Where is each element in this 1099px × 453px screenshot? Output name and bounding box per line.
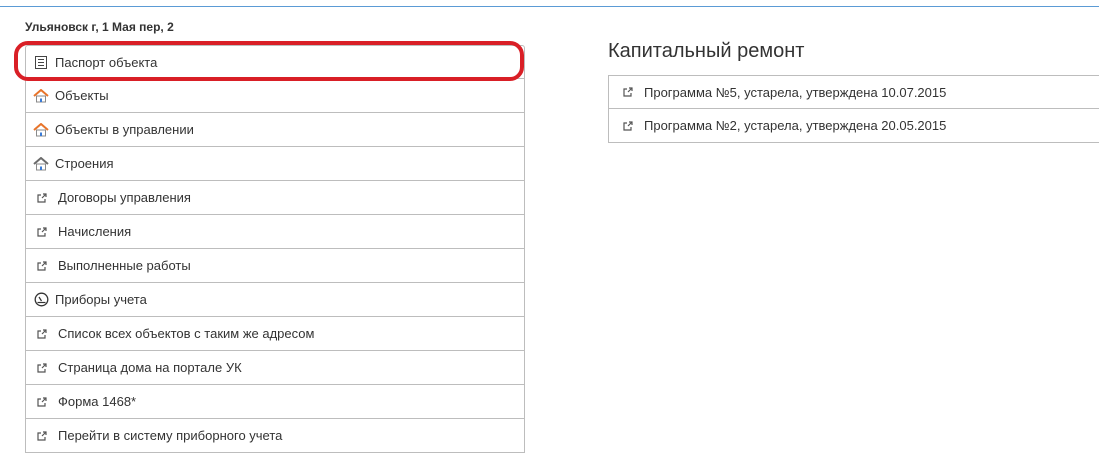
sidebar-item-label: Выполненные работы [58,258,191,273]
sidebar-item-label: Строения [55,156,114,171]
external-link-icon [622,84,634,100]
house-icon [33,122,49,138]
sidebar-item-objects[interactable]: Объекты [25,79,525,113]
sidebar-menu: Паспорт объекта Объекты Объекты в управл… [25,45,525,453]
gauge-icon [33,292,49,308]
top-divider [0,6,1099,7]
capital-repair-panel: Капитальный ремонт Программа №5, устарел… [608,40,1099,143]
program-item-label: Программа №5, устарела, утверждена 10.07… [644,84,947,100]
page-title: Капитальный ремонт [608,40,805,62]
sidebar-item-buildings[interactable]: Строения [25,147,525,181]
program-item-2[interactable]: Программа №2, устарела, утверждена 20.05… [608,109,1099,143]
sidebar-item-label: Страница дома на портале УК [58,360,242,375]
external-link-icon [36,394,48,410]
house-icon [33,156,49,172]
house-icon [33,88,49,104]
external-link-icon [36,360,48,376]
sidebar-item-label: Форма 1468* [58,394,137,409]
sidebar-item-house-portal-page[interactable]: Страница дома на портале УК [25,351,525,385]
sidebar-item-form-1468[interactable]: Форма 1468* [25,385,525,419]
sidebar-item-managed-objects[interactable]: Объекты в управлении [25,113,525,147]
sidebar-item-label: Объекты в управлении [55,122,194,137]
sidebar-item-management-contracts[interactable]: Договоры управления [25,181,525,215]
program-item-label: Программа №2, устарела, утверждена 20.05… [644,118,947,133]
sidebar-item-label: Начисления [58,224,132,239]
address-heading: Ульяновск г, 1 Мая пер, 2 [25,20,174,34]
sidebar-item-label: Приборы учета [55,292,147,307]
sidebar-item-label: Список всех объектов с таким же адресом [58,326,315,341]
sidebar-item-label: Объекты [55,88,109,103]
sidebar-item-label: Договоры управления [58,190,191,205]
sidebar-item-charges[interactable]: Начисления [25,215,525,249]
external-link-icon [36,428,48,444]
sidebar-item-same-address-objects[interactable]: Список всех объектов с таким же адресом [25,317,525,351]
external-link-icon [36,224,48,240]
external-link-icon [36,190,48,206]
sidebar-item-completed-works[interactable]: Выполненные работы [25,249,525,283]
sidebar-item-meters[interactable]: Приборы учета [25,283,525,317]
external-link-icon [36,326,48,342]
external-link-icon [36,258,48,274]
sidebar-item-metering-system[interactable]: Перейти в систему приборного учета [25,419,525,453]
sidebar-item-passport[interactable]: Паспорт объекта [25,45,525,79]
document-icon [33,54,49,70]
sidebar-item-label: Паспорт объекта [55,54,158,70]
program-item-5[interactable]: Программа №5, устарела, утверждена 10.07… [608,75,1099,109]
external-link-icon [622,118,634,134]
sidebar-item-label: Перейти в систему приборного учета [58,428,283,443]
